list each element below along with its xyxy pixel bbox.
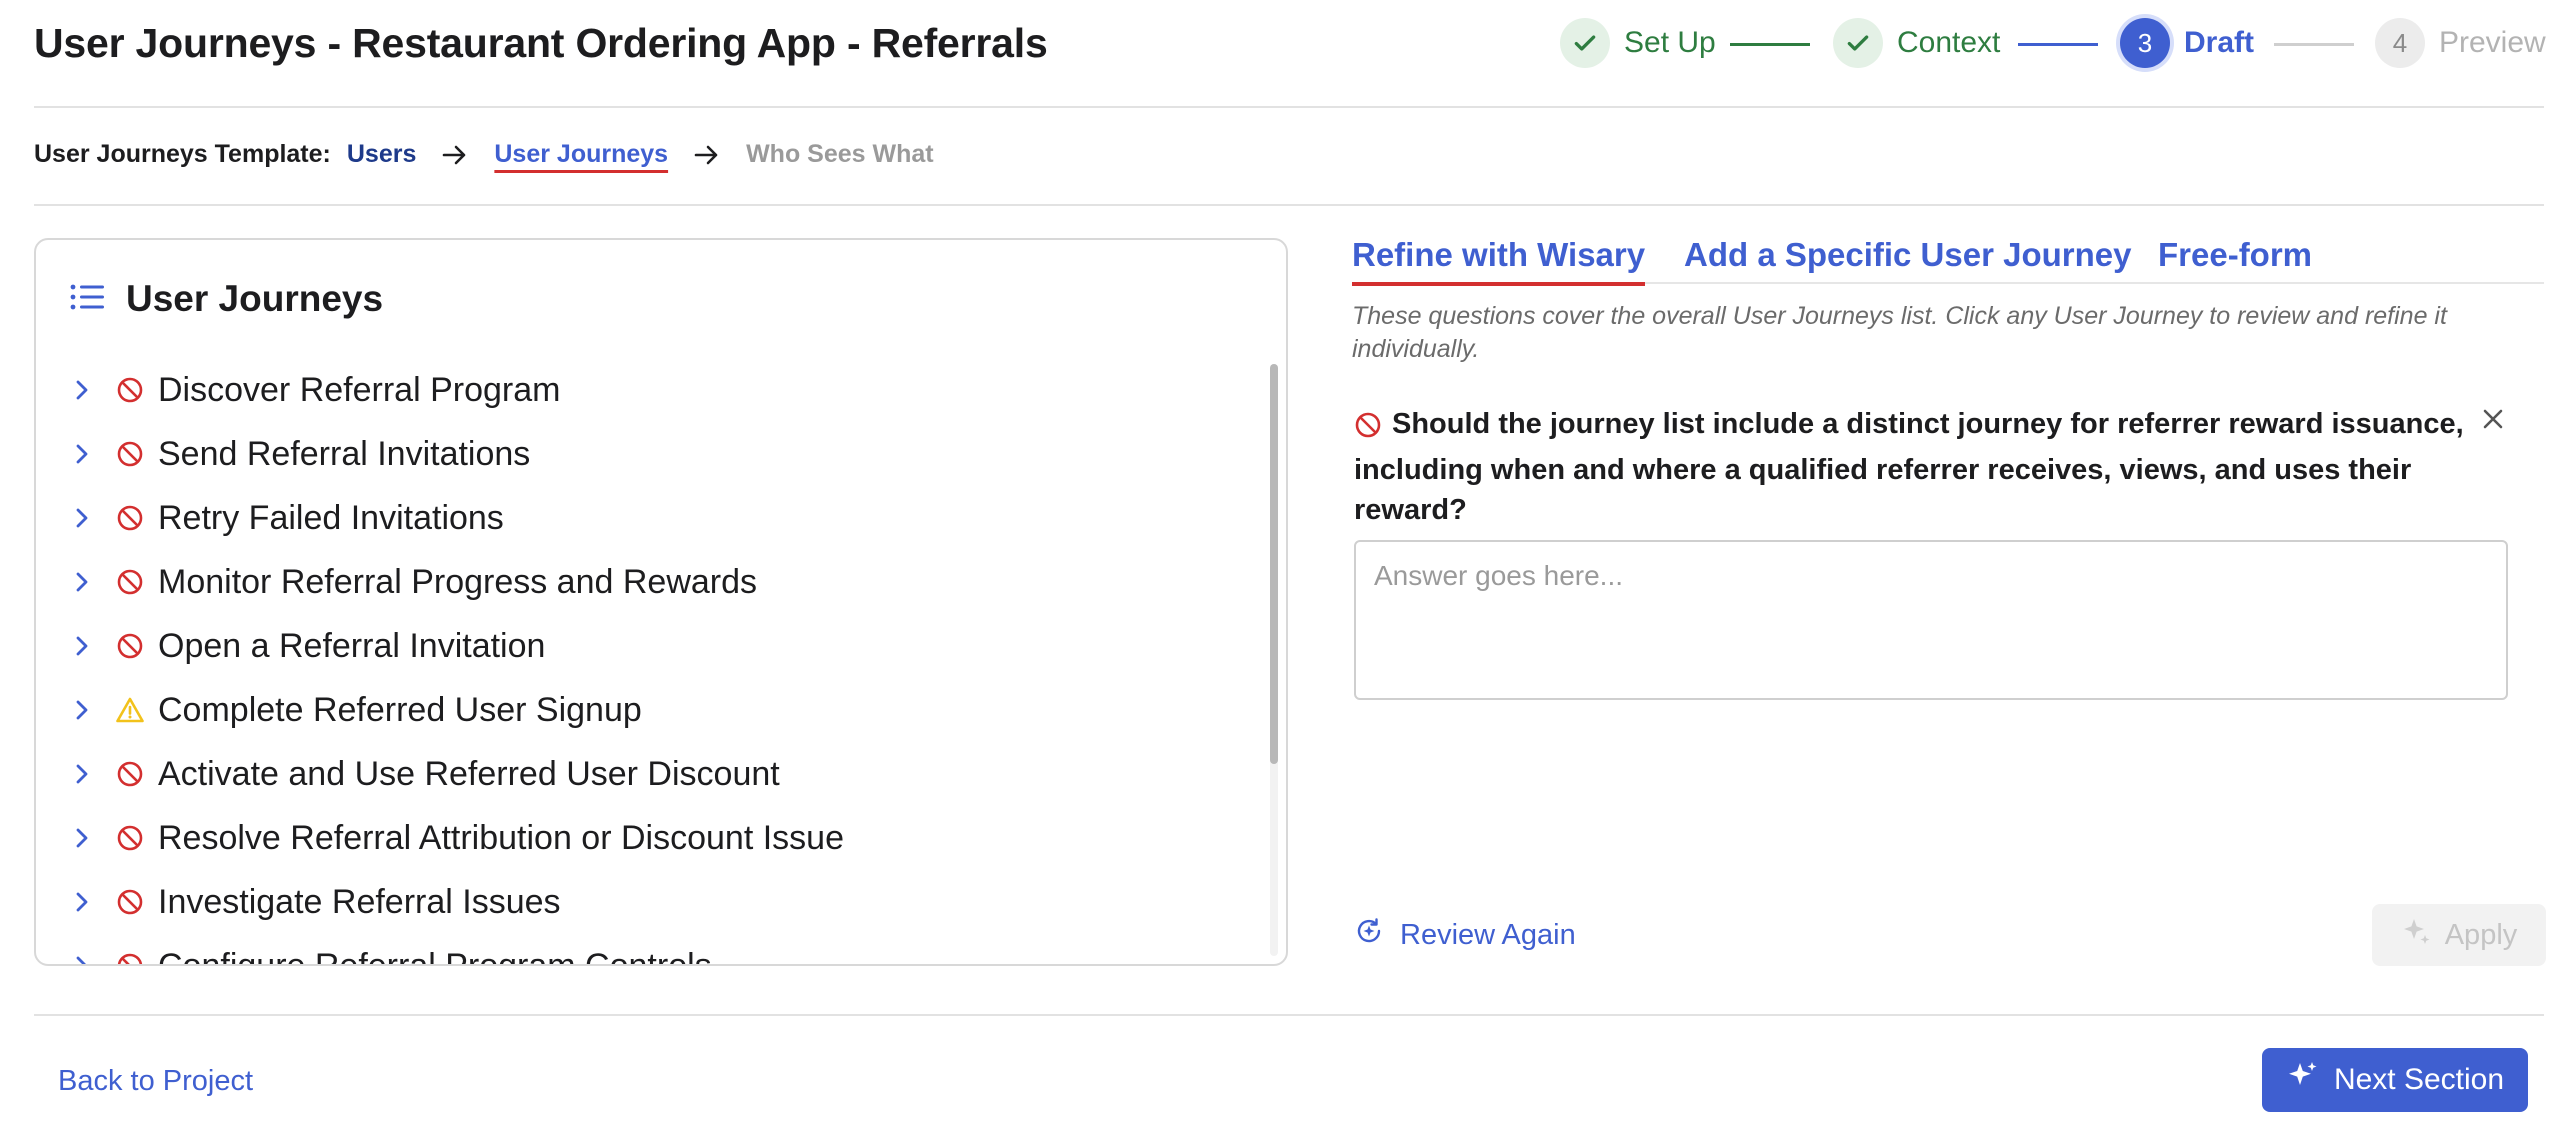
dismiss-question-close-icon[interactable]	[2478, 404, 2508, 434]
question-card: Should the journey list include a distin…	[1354, 404, 2504, 530]
panel-title: User Journeys	[126, 278, 384, 319]
journey-name[interactable]: Retry Failed Invitations	[158, 499, 504, 538]
step-connector	[1730, 43, 1810, 46]
list-item[interactable]: Open a Referral Invitation	[36, 614, 1266, 678]
chevron-right-icon[interactable]	[74, 826, 100, 850]
chevron-right-icon[interactable]	[74, 762, 100, 786]
journey-name[interactable]: Configure Referral Program Controls	[158, 947, 712, 965]
progress-stepper: Set Up Context 3 Draft 4 Preview	[0, 18, 2576, 70]
review-again-button[interactable]: Review Again	[1354, 916, 1576, 954]
back-to-project-link[interactable]: Back to Project	[58, 1065, 253, 1098]
refine-tabs: Refine with Wisary Add a Specific User J…	[1352, 236, 2544, 286]
journey-name[interactable]: Complete Referred User Signup	[158, 691, 642, 730]
tab-add-specific-user-journey[interactable]: Add a Specific User Journey	[1684, 236, 2131, 282]
apply-button[interactable]: Apply	[2372, 904, 2546, 966]
chevron-right-icon[interactable]	[74, 634, 100, 658]
refine-hint: These questions cover the overall User J…	[1352, 302, 2447, 363]
sparkle-icon	[2286, 1059, 2320, 1101]
breadcrumb-user-journeys[interactable]: User Journeys	[494, 140, 668, 169]
chevron-right-icon[interactable]	[74, 506, 100, 530]
breadcrumb-label: User Journeys Template:	[34, 140, 331, 168]
list-item[interactable]: Resolve Referral Attribution or Discount…	[36, 806, 1266, 870]
arrow-right-icon	[442, 144, 468, 166]
chevron-right-icon[interactable]	[74, 698, 100, 722]
blocked-icon	[116, 376, 146, 404]
list-item[interactable]: Discover Referral Program	[36, 358, 1266, 422]
warning-icon	[116, 697, 146, 723]
step-set-up-check-icon	[1560, 18, 1610, 68]
next-section-label: Next Section	[2333, 1063, 2505, 1096]
breadcrumb: User Journeys Template: Users User Journ…	[34, 140, 934, 169]
chevron-right-icon[interactable]	[74, 442, 100, 466]
blocked-icon	[116, 568, 146, 596]
journey-name[interactable]: Discover Referral Program	[158, 371, 560, 410]
footer-divider	[34, 1014, 2544, 1016]
tab-refine-with-wisary[interactable]: Refine with Wisary	[1352, 236, 1646, 286]
step-context-label[interactable]: Context	[1897, 26, 2000, 60]
question-text: Should the journey list include a distin…	[1354, 408, 2464, 526]
step-set-up-label[interactable]: Set Up	[1624, 26, 1716, 60]
review-again-label: Review Again	[1400, 918, 1576, 951]
breadcrumb-divider	[34, 204, 2544, 206]
list-icon	[70, 282, 106, 317]
step-connector	[2018, 43, 2098, 46]
list-item[interactable]: Retry Failed Invitations	[36, 486, 1266, 550]
next-section-button[interactable]: Next Section	[2262, 1048, 2528, 1112]
chevron-right-icon[interactable]	[74, 890, 100, 914]
blocked-icon	[116, 504, 146, 532]
refresh-sparkle-icon	[1354, 916, 1384, 954]
blocked-icon	[116, 824, 146, 852]
step-draft-label[interactable]: Draft	[2184, 26, 2254, 60]
step-preview-label: Preview	[2439, 26, 2546, 59]
list-item[interactable]: Send Referral Invitations	[36, 422, 1266, 486]
scrollbar-thumb[interactable]	[1270, 364, 1278, 764]
breadcrumb-users[interactable]: Users	[347, 140, 417, 169]
journey-name[interactable]: Open a Referral Invitation	[158, 627, 545, 666]
journey-name[interactable]: Send Referral Invitations	[158, 435, 530, 474]
breadcrumb-who-sees-what[interactable]: Who Sees What	[746, 140, 934, 169]
journey-name[interactable]: Investigate Referral Issues	[158, 883, 561, 922]
panel-header: User Journeys	[70, 278, 383, 320]
journey-list[interactable]: Discover Referral Program Send Referral I…	[36, 358, 1266, 965]
chevron-right-icon[interactable]	[74, 954, 100, 964]
journey-name[interactable]: Monitor Referral Progress and Rewards	[158, 563, 757, 602]
list-item[interactable]: Monitor Referral Progress and Rewards	[36, 550, 1266, 614]
sparkle-icon	[2401, 915, 2433, 955]
list-item[interactable]: Complete Referred User Signup	[36, 678, 1266, 742]
journey-name[interactable]: Activate and Use Referred User Discount	[158, 755, 780, 794]
apply-label: Apply	[2444, 918, 2518, 951]
journey-name[interactable]: Resolve Referral Attribution or Discount…	[158, 819, 844, 858]
step-connector	[2274, 43, 2354, 46]
arrow-right-icon	[694, 144, 720, 166]
list-item[interactable]: Activate and Use Referred User Discount	[36, 742, 1266, 806]
blocked-icon	[1354, 410, 1382, 450]
blocked-icon	[116, 632, 146, 660]
user-journeys-panel: User Journeys Discover Referral Program S…	[34, 238, 1288, 966]
blocked-icon	[116, 952, 146, 964]
chevron-right-icon[interactable]	[74, 570, 100, 594]
step-draft-number: 3	[2120, 18, 2170, 68]
step-preview-number: 4	[2375, 18, 2425, 68]
blocked-icon	[116, 440, 146, 468]
list-item[interactable]: Configure Referral Program Controls	[36, 934, 1266, 965]
chevron-right-icon[interactable]	[74, 378, 100, 402]
list-item[interactable]: Investigate Referral Issues	[36, 870, 1266, 934]
answer-input[interactable]	[1354, 540, 2508, 700]
blocked-icon	[116, 760, 146, 788]
blocked-icon	[116, 888, 146, 916]
question: Should the journey list include a distin…	[1354, 404, 2504, 530]
header-divider	[34, 106, 2544, 108]
tab-free-form[interactable]: Free-form	[2158, 236, 2312, 282]
step-context-check-icon	[1833, 18, 1883, 68]
